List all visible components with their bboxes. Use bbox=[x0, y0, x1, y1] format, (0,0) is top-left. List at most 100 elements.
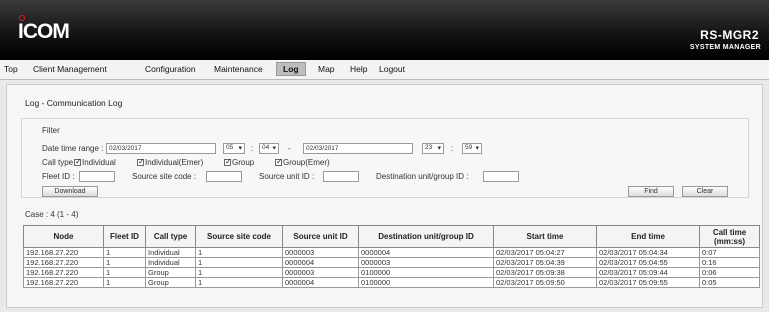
table-cell: 1 bbox=[103, 247, 146, 258]
table-cell: 02/03/2017 05:09:38 bbox=[493, 267, 597, 278]
call-type-individual-emer-label: Individual(Emer) bbox=[145, 158, 204, 167]
time-colon: : bbox=[451, 144, 454, 153]
table-cell: 1 bbox=[103, 277, 146, 288]
product-subtitle: SYSTEM MANAGER bbox=[689, 44, 761, 51]
time-colon: : bbox=[251, 144, 254, 153]
call-type-label: Call type bbox=[42, 158, 74, 167]
menu-top[interactable]: Top bbox=[4, 64, 18, 74]
table-cell: 1 bbox=[103, 267, 146, 278]
table-cell: 0:06 bbox=[699, 267, 760, 278]
checkbox-checked-icon[interactable] bbox=[137, 157, 145, 166]
table-cell: 1 bbox=[195, 247, 283, 258]
chevron-down-icon: ▾ bbox=[437, 145, 441, 152]
end-minute-select[interactable]: 59 ▾ bbox=[462, 143, 482, 154]
menu-map[interactable]: Map bbox=[318, 64, 335, 74]
end-minute-value: 59 bbox=[465, 144, 473, 151]
call-type-individual-label: Individual bbox=[82, 158, 116, 167]
column-header[interactable]: Node bbox=[23, 225, 104, 248]
chevron-down-icon: ▾ bbox=[475, 145, 479, 152]
table-cell: 0:05 bbox=[699, 277, 760, 288]
table-header-row: Node Fleet ID Call type Source site code… bbox=[23, 225, 760, 248]
menu-help[interactable]: Help bbox=[350, 64, 367, 74]
column-header[interactable]: Destination unit/group ID bbox=[358, 225, 494, 248]
menu-maintenance[interactable]: Maintenance bbox=[214, 64, 263, 74]
call-type-group-label: Group bbox=[232, 158, 255, 167]
column-header[interactable]: Start time bbox=[493, 225, 597, 248]
table-cell: Group bbox=[145, 267, 196, 278]
table-row[interactable]: 192.168.27.220 1 Individual 1 0000004 00… bbox=[23, 257, 760, 268]
case-count: Case : 4 (1 - 4) bbox=[25, 210, 79, 219]
call-type-group-emer[interactable]: Group(Emer) bbox=[275, 157, 330, 167]
menu-client-management[interactable]: Client Management bbox=[33, 64, 107, 74]
table-cell: 1 bbox=[195, 267, 283, 278]
table-cell: 0000003 bbox=[282, 267, 359, 278]
call-type-individual[interactable]: Individual bbox=[74, 157, 116, 167]
start-minute-select[interactable]: 04 ▾ bbox=[259, 143, 279, 154]
table-cell: 0000003 bbox=[282, 247, 359, 258]
table-cell: 0000003 bbox=[358, 257, 494, 268]
table-cell: 1 bbox=[195, 277, 283, 288]
table-cell: 192.168.27.220 bbox=[23, 277, 104, 288]
call-type-group[interactable]: Group bbox=[224, 157, 255, 167]
fleet-id-input[interactable] bbox=[79, 171, 115, 182]
main-menu: Top Client Management Configuration Main… bbox=[0, 60, 769, 80]
table-cell: Group bbox=[145, 277, 196, 288]
end-date-input[interactable] bbox=[303, 143, 413, 154]
chevron-down-icon: ▾ bbox=[272, 145, 276, 152]
table-row[interactable]: 192.168.27.220 1 Group 1 0000004 0100000… bbox=[23, 277, 760, 288]
icom-logo: ICOM bbox=[18, 15, 70, 44]
call-type-individual-emer[interactable]: Individual(Emer) bbox=[137, 157, 204, 167]
chevron-down-icon: ▾ bbox=[238, 145, 242, 152]
column-header[interactable]: End time bbox=[596, 225, 700, 248]
filter-panel: Filter Date time range : 05▾ : 04▾ - 23▾… bbox=[21, 118, 749, 198]
table-cell: 1 bbox=[195, 257, 283, 268]
column-header[interactable]: Call time (mm:ss) bbox=[699, 225, 760, 248]
table-cell: 192.168.27.220 bbox=[23, 257, 104, 268]
page-title: Log - Communication Log bbox=[25, 98, 123, 108]
source-site-code-label: Source site code : bbox=[132, 172, 197, 181]
checkbox-checked-icon[interactable] bbox=[275, 157, 283, 166]
table-cell: 02/03/2017 05:09:44 bbox=[596, 267, 700, 278]
download-button[interactable]: Download bbox=[42, 186, 98, 197]
source-site-code-input[interactable] bbox=[206, 171, 242, 182]
table-cell: 02/03/2017 05:04:27 bbox=[493, 247, 597, 258]
table-cell: 02/03/2017 05:09:50 bbox=[493, 277, 597, 288]
column-header[interactable]: Source unit ID bbox=[282, 225, 359, 248]
table-cell: 0000004 bbox=[282, 277, 359, 288]
start-hour-select[interactable]: 05 ▾ bbox=[223, 143, 245, 154]
table-cell: 0000004 bbox=[358, 247, 494, 258]
menu-logout[interactable]: Logout bbox=[379, 64, 405, 74]
date-time-range-label: Date time range : bbox=[42, 144, 104, 153]
table-row[interactable]: 192.168.27.220 1 Group 1 0000003 0100000… bbox=[23, 267, 760, 278]
start-minute-value: 04 bbox=[262, 144, 270, 151]
product-name: RS-MGR2 bbox=[700, 28, 759, 42]
destination-id-input[interactable] bbox=[483, 171, 519, 182]
source-unit-id-label: Source unit ID : bbox=[259, 172, 315, 181]
source-unit-id-input[interactable] bbox=[323, 171, 359, 182]
end-hour-value: 23 bbox=[425, 144, 433, 151]
table-row[interactable]: 192.168.27.220 1 Individual 1 0000003 00… bbox=[23, 247, 760, 258]
end-hour-select[interactable]: 23 ▾ bbox=[422, 143, 444, 154]
checkbox-checked-icon[interactable] bbox=[224, 157, 232, 166]
table-cell: 192.168.27.220 bbox=[23, 247, 104, 258]
start-hour-value: 05 bbox=[226, 144, 234, 151]
clear-button[interactable]: Clear bbox=[682, 186, 728, 197]
find-button[interactable]: Find bbox=[628, 186, 674, 197]
checkbox-checked-icon[interactable] bbox=[74, 157, 82, 166]
column-header[interactable]: Source site code bbox=[195, 225, 283, 248]
table-cell: 02/03/2017 05:04:55 bbox=[596, 257, 700, 268]
table-cell: 1 bbox=[103, 257, 146, 268]
range-separator: - bbox=[288, 144, 291, 153]
call-type-group-emer-label: Group(Emer) bbox=[283, 158, 330, 167]
communication-log-table: Node Fleet ID Call type Source site code… bbox=[23, 225, 760, 288]
destination-id-label: Destination unit/group ID : bbox=[376, 172, 469, 181]
main-content: Log - Communication Log Filter Date time… bbox=[6, 84, 763, 308]
menu-log[interactable]: Log bbox=[276, 62, 306, 76]
menu-configuration[interactable]: Configuration bbox=[145, 64, 196, 74]
start-date-input[interactable] bbox=[106, 143, 216, 154]
table-cell: Individual bbox=[145, 247, 196, 258]
table-cell: Individual bbox=[145, 257, 196, 268]
column-header[interactable]: Fleet ID bbox=[103, 225, 146, 248]
table-cell: 0000004 bbox=[282, 257, 359, 268]
column-header[interactable]: Call type bbox=[145, 225, 196, 248]
